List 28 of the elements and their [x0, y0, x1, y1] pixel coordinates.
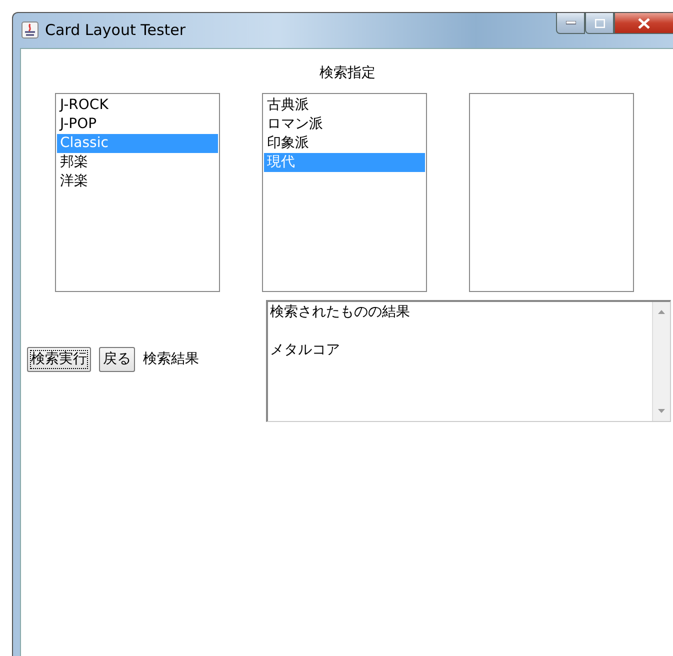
- java-cup-icon: [21, 21, 39, 39]
- list-box[interactable]: J-ROCK J-POP Classic 邦楽 洋楽: [55, 93, 220, 292]
- list-item[interactable]: ロマン派: [264, 115, 425, 134]
- list-item[interactable]: J-ROCK: [57, 96, 218, 115]
- scroll-up-icon[interactable]: [658, 310, 665, 314]
- maximize-button[interactable]: [585, 13, 614, 34]
- list-item[interactable]: 印象派: [264, 134, 425, 153]
- minimize-icon: [566, 21, 576, 25]
- window-title: Card Layout Tester: [45, 21, 186, 39]
- scroll-down-icon[interactable]: [658, 409, 665, 413]
- list-item[interactable]: 洋楽: [57, 172, 218, 191]
- list-box[interactable]: 古典派 ロマン派 印象派 現代: [262, 93, 427, 292]
- list-item[interactable]: 古典派: [264, 96, 425, 115]
- search-button[interactable]: 検索実行: [27, 346, 91, 372]
- result-text-area[interactable]: 検索されたものの結果 メタルコア: [266, 300, 671, 422]
- result-line: 検索されたものの結果: [270, 303, 411, 322]
- close-button[interactable]: [614, 13, 673, 34]
- vertical-scrollbar[interactable]: [652, 302, 670, 421]
- close-icon: [638, 18, 650, 28]
- list-item[interactable]: 邦楽: [57, 153, 218, 172]
- list-box[interactable]: [469, 93, 634, 292]
- result-line: メタルコア: [270, 341, 341, 360]
- list-item[interactable]: J-POP: [57, 115, 218, 134]
- section-heading: 検索指定: [318, 64, 376, 82]
- minimize-button[interactable]: [556, 13, 585, 34]
- back-button[interactable]: 戻る: [99, 346, 135, 372]
- maximize-icon: [594, 18, 604, 28]
- result-label: 検索結果: [143, 350, 199, 368]
